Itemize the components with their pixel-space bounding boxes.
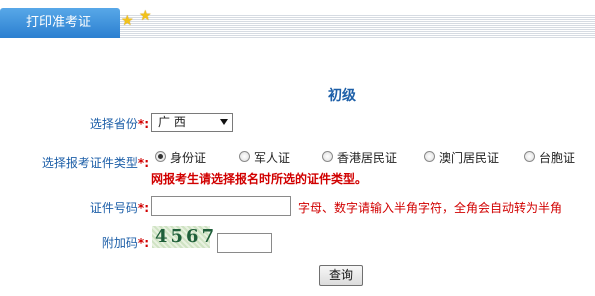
id-type-warning: 网报考生请选择报名时所选的证件类型。 bbox=[151, 172, 368, 186]
top-bar: 打印准考证 ★ ★ bbox=[0, 0, 595, 38]
radio-label: 香港居民证 bbox=[337, 151, 398, 165]
required-mark: *: bbox=[137, 201, 149, 215]
extra-code-label: 附加码*: bbox=[102, 234, 149, 251]
captcha-image[interactable]: 4567 bbox=[152, 226, 214, 248]
required-mark: *: bbox=[137, 236, 149, 250]
extra-code-label-text: 附加码 bbox=[101, 236, 138, 250]
radio-unchecked-icon[interactable] bbox=[524, 151, 535, 162]
level-title: 初级 bbox=[328, 88, 356, 104]
id-number-input[interactable] bbox=[151, 196, 291, 216]
radio-unchecked-icon[interactable] bbox=[239, 151, 250, 162]
province-select[interactable]: 广 西 bbox=[151, 113, 233, 132]
radio-label: 澳门居民证 bbox=[439, 151, 500, 165]
id-type-label-text: 选择报考证件类型 bbox=[41, 156, 138, 170]
radio-checked-icon[interactable] bbox=[155, 151, 166, 162]
tab-print-admission[interactable]: 打印准考证 bbox=[0, 8, 120, 38]
query-button[interactable]: 查询 bbox=[319, 265, 363, 286]
radio-label: 身份证 bbox=[170, 151, 207, 165]
id-number-hint: 字母、数字请输入半角字符，全角会自动转为半角 bbox=[298, 201, 563, 215]
province-select-value: 广 西 bbox=[158, 115, 186, 129]
radio-unchecked-icon[interactable] bbox=[322, 151, 333, 162]
star-icon: ★ bbox=[139, 8, 152, 24]
extra-code-input[interactable] bbox=[217, 233, 272, 253]
province-label: 选择省份*: bbox=[90, 115, 149, 132]
radio-unchecked-icon[interactable] bbox=[424, 151, 435, 162]
star-icon: ★ bbox=[121, 13, 134, 29]
radio-label: 军人证 bbox=[254, 151, 291, 165]
id-type-label: 选择报考证件类型*: bbox=[42, 154, 149, 171]
province-label-text: 选择省份 bbox=[89, 117, 138, 131]
required-mark: *: bbox=[137, 117, 149, 131]
id-number-label-text: 证件号码 bbox=[89, 201, 138, 215]
dropdown-arrow-icon bbox=[220, 119, 228, 125]
radio-label: 台胞证 bbox=[539, 151, 576, 165]
id-number-label: 证件号码*: bbox=[90, 199, 149, 216]
required-mark: *: bbox=[137, 156, 149, 170]
